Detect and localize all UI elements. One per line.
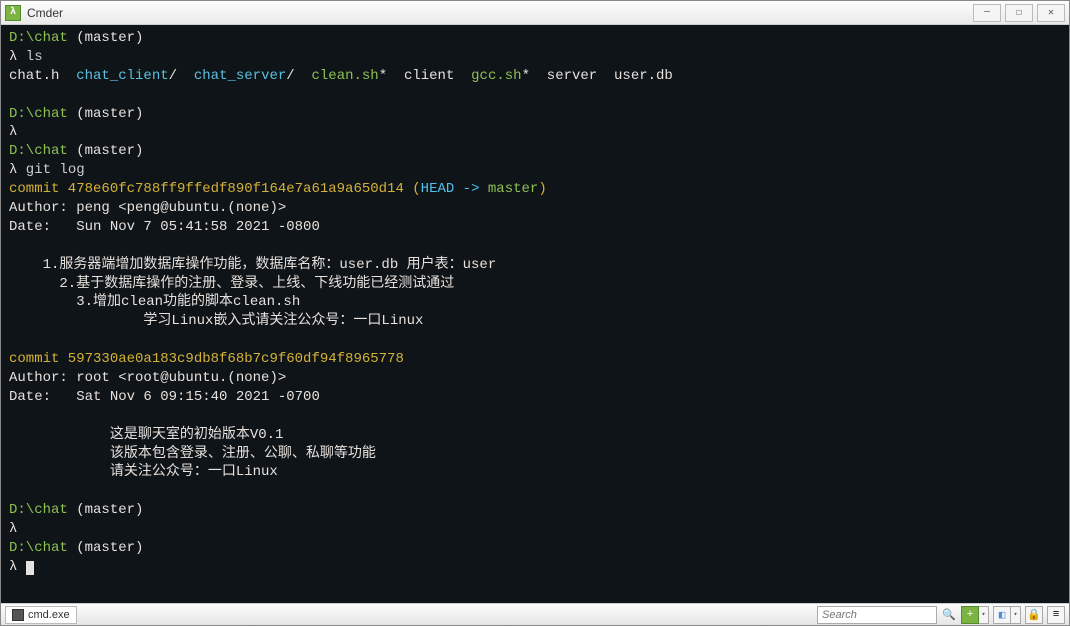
window-menu-dropdown[interactable]: ▾ [1011, 606, 1021, 624]
menu-button[interactable]: ≡ [1047, 606, 1065, 624]
git-date: Date: Sun Nov 7 05:41:58 2021 -0800 [9, 218, 1061, 237]
prompt-branch: (master) [68, 30, 144, 46]
tab-label: cmd.exe [28, 609, 70, 621]
blank [9, 86, 1061, 105]
statusbar: cmd.exe 🔍 + ▾ ◧ ▾ 🔒 ≡ [1, 603, 1069, 625]
git-msg: 3.增加clean功能的脚本clean.sh [9, 293, 1061, 312]
blank [9, 482, 1061, 501]
window-controls: — ☐ ✕ [973, 4, 1065, 22]
new-console-button[interactable]: + [961, 606, 979, 624]
terminal-cursor [26, 561, 34, 575]
git-msg: 这是聊天室的初始版本V0.1 [9, 426, 1061, 445]
prompt-line: D:\chat (master) [9, 539, 1061, 558]
window-menu-button[interactable]: ◧ [993, 606, 1011, 624]
tab-cmd[interactable]: cmd.exe [5, 606, 77, 624]
active-prompt[interactable]: λ [9, 558, 1061, 577]
prompt-line: D:\chat (master) [9, 105, 1061, 124]
lock-button[interactable]: 🔒 [1025, 606, 1043, 624]
app-window: λ Cmder — ☐ ✕ D:\chat (master) λ ls chat… [0, 0, 1070, 626]
prompt-path: D:\chat [9, 30, 68, 46]
console-icon [12, 609, 24, 621]
git-date: Date: Sat Nov 6 09:15:40 2021 -0700 [9, 388, 1061, 407]
maximize-button[interactable]: ☐ [1005, 4, 1033, 22]
prompt-line: D:\chat (master) [9, 501, 1061, 520]
cmd-line-empty: λ [9, 520, 1061, 539]
new-console-dropdown[interactable]: ▾ [979, 606, 989, 624]
search-icon[interactable]: 🔍 [941, 607, 957, 623]
git-author: Author: root <root@ubuntu.(none)> [9, 369, 1061, 388]
git-commit-line: commit 597330ae0a183c9db8f68b7c9f60df94f… [9, 350, 1061, 369]
cmd-line: λ ls [9, 48, 1061, 67]
window-title: Cmder [27, 6, 973, 20]
blank [9, 331, 1061, 350]
git-msg: 该版本包含登录、注册、公聊、私聊等功能 [9, 445, 1061, 464]
ls-output: chat.h chat_client/ chat_server/ clean.s… [9, 67, 1061, 86]
cmd-ls: ls [17, 49, 42, 65]
terminal-viewport[interactable]: D:\chat (master) λ ls chat.h chat_client… [1, 25, 1069, 603]
app-icon: λ [5, 5, 21, 21]
blank [9, 407, 1061, 426]
prompt-line: D:\chat (master) [9, 142, 1061, 161]
search-input[interactable] [817, 606, 937, 624]
blank [9, 237, 1061, 256]
git-commit-line: commit 478e60fc788ff9ffedf890f164e7a61a9… [9, 180, 1061, 199]
git-msg: 2.基于数据库操作的注册、登录、上线、下线功能已经测试通过 [9, 275, 1061, 294]
git-msg: 1.服务器端增加数据库操作功能，数据库名称：user.db 用户表：user [9, 256, 1061, 275]
git-msg: 学习Linux嵌入式请关注公众号：一口Linux [9, 312, 1061, 331]
minimize-button[interactable]: — [973, 4, 1001, 22]
cmd-line-empty: λ [9, 123, 1061, 142]
prompt-line: D:\chat (master) [9, 29, 1061, 48]
git-msg: 请关注公众号：一口Linux [9, 463, 1061, 482]
git-author: Author: peng <peng@ubuntu.(none)> [9, 199, 1061, 218]
close-button[interactable]: ✕ [1037, 4, 1065, 22]
titlebar[interactable]: λ Cmder — ☐ ✕ [1, 1, 1069, 25]
cmd-gitlog: λ git log [9, 161, 1061, 180]
